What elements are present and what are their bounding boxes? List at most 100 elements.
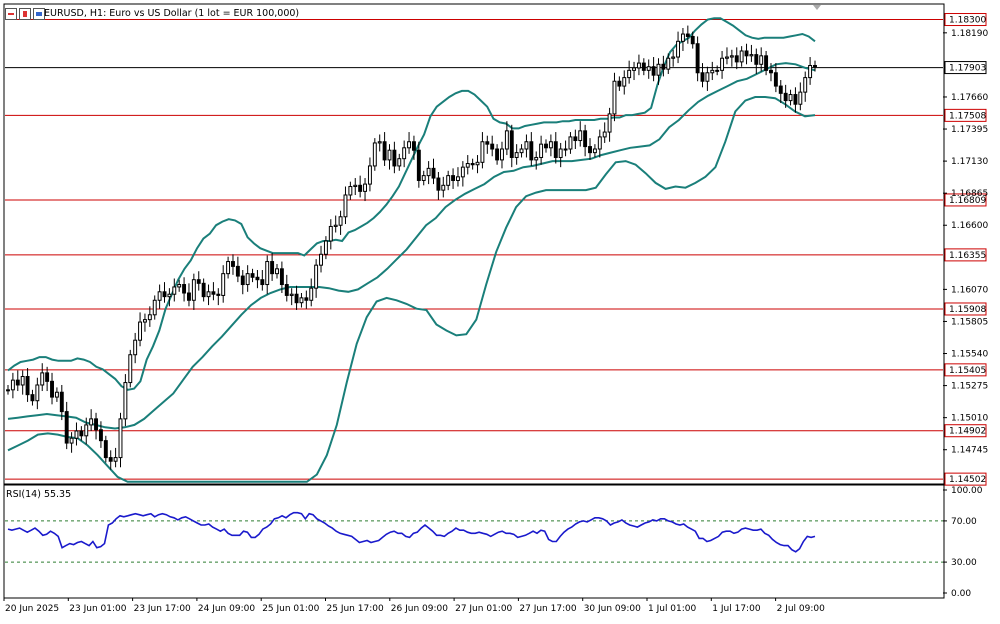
candle-body — [191, 279, 196, 301]
candle-body — [456, 176, 460, 181]
sell-icon[interactable] — [5, 8, 17, 20]
candle-body — [769, 69, 773, 74]
candle-body — [372, 142, 377, 167]
candles-layer — [6, 25, 817, 470]
candle-body — [123, 382, 128, 420]
candle-body — [421, 175, 426, 181]
chart-shift-marker-icon[interactable] — [813, 5, 821, 10]
candle-body — [74, 430, 79, 439]
price-tick-label: 1.16600 — [951, 221, 988, 231]
price-tick-label: 1.15805 — [951, 317, 988, 327]
candle-body — [592, 148, 597, 154]
candle-body — [89, 418, 94, 426]
symbol-header-icons[interactable] — [5, 8, 45, 20]
candle-body — [235, 265, 240, 277]
candle-body — [656, 63, 661, 76]
candle-body — [358, 184, 363, 192]
candle-body — [632, 67, 636, 71]
candle-body — [563, 148, 568, 151]
candle-body — [485, 141, 490, 145]
candle-body — [338, 216, 343, 226]
candle-body — [201, 282, 206, 298]
candle-body — [142, 319, 147, 323]
candle-body — [348, 186, 353, 196]
candle-body — [778, 85, 783, 94]
bollinger-upper-line — [7, 17, 816, 391]
candle-body — [94, 418, 98, 431]
price-tick-label: 1.14745 — [951, 446, 988, 456]
candle-body — [597, 136, 602, 150]
candle-body — [548, 141, 553, 149]
candle-body — [363, 183, 367, 192]
time-label: 27 Jun 17:00 — [519, 604, 576, 614]
time-label: 1 Jul 01:00 — [648, 604, 697, 614]
candle-body — [279, 268, 284, 286]
price-tick-label: 1.17395 — [951, 125, 988, 135]
level-label: 1.14502 — [949, 475, 986, 485]
candle-body — [602, 131, 607, 138]
candle-body — [59, 391, 64, 413]
chart-title: EURUSD, H1: Euro vs US Dollar (1 lot = E… — [44, 8, 300, 19]
time-label: 2 Jul 09:00 — [777, 604, 826, 614]
candle-body — [446, 175, 451, 186]
candle-body — [328, 225, 333, 242]
candle-body — [260, 279, 265, 286]
candle-body — [231, 261, 235, 267]
candle-body — [431, 167, 436, 179]
candle-body — [813, 65, 817, 68]
candle-body — [534, 156, 539, 161]
price-tick-label: 1.16865 — [951, 189, 988, 199]
level-label: 1.16355 — [949, 251, 986, 261]
candle-body — [216, 293, 221, 296]
candle-body — [15, 379, 20, 386]
time-label: 25 Jun 01:00 — [262, 604, 319, 614]
candle-body — [265, 261, 270, 286]
rsi-layer: 100.00 70.00 30.00 0.00 — [5, 486, 983, 599]
candle-body — [475, 161, 480, 166]
price-tick-label: 1.17660 — [951, 93, 988, 103]
time-label: 24 Jun 09:00 — [198, 604, 255, 614]
candle-body — [108, 457, 113, 462]
candle-body — [30, 394, 35, 402]
candle-body — [710, 69, 715, 74]
candle-body — [167, 293, 172, 298]
candle-body — [490, 143, 495, 150]
candle-body — [808, 65, 813, 79]
candle-body — [426, 167, 431, 177]
candle-body — [392, 149, 397, 167]
candle-body — [275, 268, 279, 275]
chart-icon[interactable] — [19, 8, 31, 20]
candle-body — [734, 55, 739, 63]
candle-body — [544, 143, 548, 149]
candle-body — [35, 384, 40, 402]
candle-body — [680, 33, 685, 42]
candle-body — [416, 149, 421, 181]
candle-body — [725, 56, 729, 59]
candle-body — [152, 299, 157, 316]
candle-body — [504, 130, 509, 150]
candle-body — [695, 43, 700, 74]
candle-body — [245, 273, 250, 286]
candle-body — [299, 297, 304, 304]
bollinger-bands-layer — [7, 17, 816, 483]
candle-body — [84, 424, 89, 437]
rsi-title: RSI(14) 55.35 — [6, 489, 72, 500]
candle-body — [460, 166, 465, 178]
candle-body — [157, 291, 162, 301]
candle-body — [387, 149, 392, 161]
candle-body — [690, 35, 695, 45]
candle-body — [729, 55, 734, 58]
candle-body — [323, 240, 328, 255]
candle-body — [612, 80, 617, 115]
candle-body — [509, 130, 514, 158]
chart-canvas[interactable]: 1.183001.175081.168091.163551.159081.154… — [0, 0, 1000, 620]
candle-body — [641, 62, 646, 71]
candle-body — [793, 94, 798, 105]
candle-body — [773, 72, 778, 87]
candle-body — [240, 275, 245, 286]
candle-body — [343, 194, 348, 218]
candle-body — [622, 77, 627, 87]
candle-body — [651, 66, 656, 76]
candle-body — [255, 276, 260, 281]
candle-body — [294, 293, 299, 304]
